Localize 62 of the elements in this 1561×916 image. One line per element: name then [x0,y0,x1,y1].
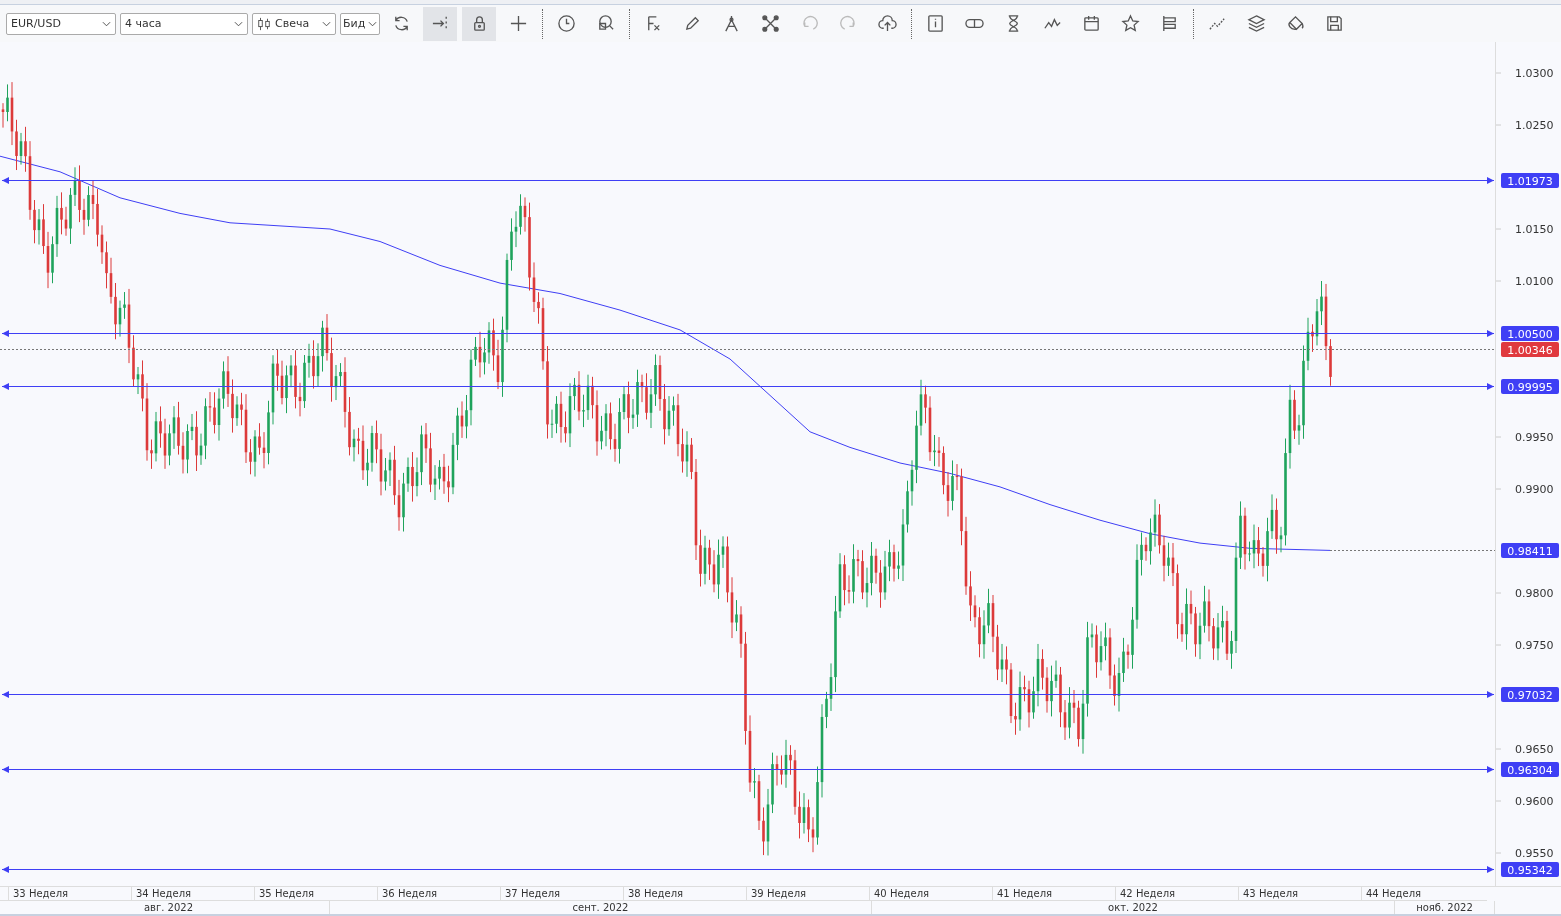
axis-tick-label: 0.9750 [1495,639,1554,652]
week-label: 35 Неделя [254,887,377,900]
week-label: 36 Неделя [377,887,500,900]
info-icon [925,14,945,33]
price-source-select[interactable]: Бид [340,12,380,35]
price-level-line[interactable] [1,766,1495,773]
calendar-icon [1081,14,1101,33]
crosshair-icon [508,14,528,33]
month-label: сент. 2022 [330,901,872,914]
month-label: нояб. 2022 [1395,901,1495,914]
axis-tick-label: 1.0300 [1495,67,1554,80]
price-level-line[interactable] [1,866,1495,873]
chart-type-select[interactable]: Свеча [252,12,336,35]
price-tag: 1.00500 [1501,326,1559,341]
price-tag: 1.00346 [1501,342,1559,357]
candlestick-icon [257,16,271,31]
upload-icon [877,14,897,33]
axis-tick-label: 0.9600 [1495,795,1554,808]
axis-tick-label: 1.0150 [1495,223,1554,236]
chevron-down-icon [234,20,243,27]
price-level-line[interactable] [1,177,1495,184]
redo-icon [838,14,858,33]
axis-tick-label: 0.9900 [1495,483,1554,496]
week-label: 41 Неделя [992,887,1115,900]
week-label: 42 Неделя [1115,887,1238,900]
price-level-line[interactable] [1,691,1495,698]
week-label: 44 Неделя [1361,887,1484,900]
price-level-line[interactable] [1,330,1495,337]
network-icon [760,14,780,33]
lock-button[interactable] [462,6,496,41]
price-tag: 0.98411 [1501,543,1559,558]
price-tag: 0.97032 [1501,687,1559,702]
star-icon [1120,14,1140,33]
price-tag: 1.01973 [1501,173,1559,188]
axis-tick-label: 1.0250 [1495,119,1554,132]
clock-icon [556,14,576,33]
week-label: 40 Неделя [869,887,992,900]
timeframe-select[interactable]: 4 часа [120,12,248,35]
chevron-down-icon [322,20,331,27]
week-label: 33 Неделя [8,887,131,900]
axis-tick-label: 0.9800 [1495,587,1554,600]
month-label: окт. 2022 [872,901,1395,914]
bucket-icon [1285,14,1305,33]
axis-tick-label: 0.9550 [1495,847,1554,860]
axis-tick-label: 0.9650 [1495,743,1554,756]
price-tag: 0.96304 [1501,762,1559,777]
save-icon [1324,14,1344,33]
week-label: 43 Неделя [1238,887,1361,900]
week-label: 39 Неделя [746,887,869,900]
axis-tick-label: 0.9950 [1495,431,1554,444]
axis-tick-label: 1.0100 [1495,275,1554,288]
symbol-select[interactable]: EUR/USD [6,12,116,35]
layers-icon [1246,14,1266,33]
chevron-down-icon [368,20,377,27]
week-label: 37 Неделя [500,887,623,900]
price-level-line[interactable] [1,383,1495,390]
week-label: 38 Неделя [623,887,746,900]
week-label: 34 Неделя [131,887,254,900]
price-tag: 0.95342 [1501,862,1559,877]
chevron-down-icon [102,20,111,27]
price-tag: 0.99995 [1501,379,1559,394]
month-label: авг. 2022 [8,901,330,914]
